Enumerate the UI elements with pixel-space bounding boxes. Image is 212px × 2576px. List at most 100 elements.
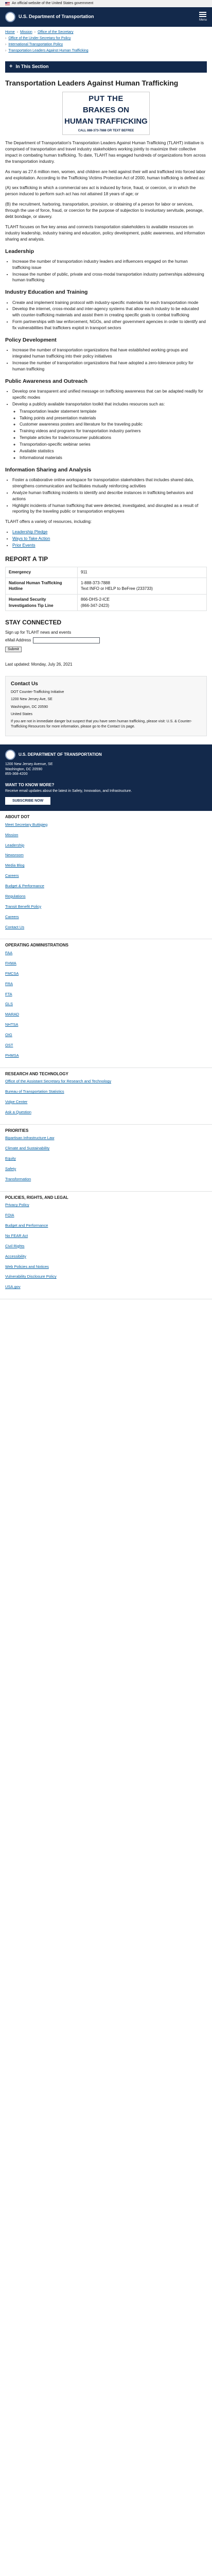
footer-link-sections: ABOUT DOT Meet Secretary Buttigieg Mission…	[0, 811, 212, 1300]
footer-link[interactable]: GLS	[5, 1002, 207, 1007]
breadcrumb-link[interactable]: Office of the Under Secretary for Policy	[8, 36, 70, 41]
us-flag-icon	[5, 2, 10, 5]
breadcrumb: Home › Mission › Office of the Secretary › Off…	[0, 27, 212, 57]
section-list: Foster a collaborative online workspace …	[5, 477, 207, 515]
footer-section-title: RESEARCH AND TECHNOLOGY	[5, 1071, 68, 1076]
signup-form: Sign up for TLAHT news and events eMail …	[5, 630, 207, 656]
footer-link[interactable]: Web Policies and Notices	[5, 1264, 207, 1270]
breadcrumb-link[interactable]: International Transportation Policy	[8, 42, 63, 47]
breadcrumb-row: › International Transportation Policy	[5, 42, 207, 47]
breadcrumb-separator: ›	[5, 43, 7, 47]
sub-list-item: Available statistics	[20, 448, 207, 454]
resource-link[interactable]: Ways to Take Action	[12, 536, 50, 541]
footer-link[interactable]: Mission	[5, 833, 207, 838]
footer-link[interactable]: NHTSA	[5, 1022, 207, 1028]
footer-link[interactable]: Bureau of Transportation Statistics	[5, 1089, 207, 1095]
menu-button[interactable]: Menu	[199, 11, 207, 23]
want-desc: Receive email updates about the latest i…	[5, 789, 132, 793]
sub-list-item: Talking points and presentation material…	[20, 415, 207, 421]
sub-list-item: Transportation-specific webinar series	[20, 442, 207, 448]
stay-connected-title: STAY CONNECTED	[5, 619, 62, 626]
footer-link[interactable]: OST	[5, 1043, 207, 1048]
footer-link[interactable]: Safety	[5, 1166, 207, 1172]
breadcrumb-row: › Transportation Leaders Against Human Tr…	[5, 48, 207, 54]
footer-link[interactable]: Leadership	[5, 843, 207, 849]
tip-row: Emergency 911	[5, 567, 207, 578]
resource-item: Ways to Take Action	[12, 536, 207, 542]
tip-row: Homeland Security Investigations Tip Lin…	[5, 594, 207, 612]
tip-table: Emergency 911 National Human Trafficking H…	[5, 567, 207, 612]
list-item: Develop a publicly available transportat…	[12, 401, 207, 461]
footer-section-title: OPERATING ADMINISTRATIONS	[5, 943, 68, 948]
footer-link[interactable]: USA.gov	[5, 1284, 207, 1290]
footer-link[interactable]: Ask a Question	[5, 1110, 207, 1115]
footer-link[interactable]: Meet Secretary Buttigieg	[5, 822, 207, 828]
footer-link[interactable]: Climate and Sustainability	[5, 1146, 207, 1151]
footer-link[interactable]: Transit Benefit Policy	[5, 904, 207, 910]
body-paragraph: As many as 27.6 million men, women, and …	[5, 169, 206, 180]
footer-link[interactable]: FOIA	[5, 1213, 207, 1218]
dot-seal-icon	[5, 12, 15, 22]
resources-list: Leadership Pledge Ways to Take Action Prio…	[5, 529, 207, 549]
breadcrumb-link[interactable]: Mission	[20, 30, 32, 35]
footer-link[interactable]: Careers	[5, 873, 207, 879]
footer-section: PRIORITIES Bipartisan Infrastructure Law C…	[0, 1124, 212, 1192]
footer-link[interactable]: Transformation	[5, 1177, 207, 1182]
footer-link[interactable]: Equity	[5, 1156, 207, 1162]
footer-link[interactable]: Accessibility	[5, 1254, 207, 1260]
footer-link[interactable]: PHMSA	[5, 1053, 207, 1059]
body-paragraph: TLAHT focuses on five key areas and conn…	[5, 224, 205, 242]
hero-line1: PUT THE	[89, 94, 123, 104]
breadcrumb-separator: ›	[34, 30, 36, 34]
section-heading: Information Sharing and Analysis	[5, 466, 92, 473]
site-logo[interactable]: U.S. Department of Transportation	[5, 12, 94, 22]
submit-button[interactable]: Submit	[5, 647, 22, 653]
footer-link[interactable]: Civil Rights	[5, 1244, 207, 1249]
resource-link[interactable]: Prior Events	[12, 543, 36, 548]
footer-link[interactable]: Media Blog	[5, 863, 207, 869]
footer-link[interactable]: Regulations	[5, 894, 207, 900]
in-this-section-toggle[interactable]: + In This Section	[5, 61, 207, 73]
footer-link[interactable]: No FEAR Act	[5, 1233, 207, 1239]
list-item: Foster a collaborative online workspace …	[12, 477, 207, 489]
intro-paragraphs: The Department of Transportation's Trans…	[5, 140, 207, 242]
footer-seal-icon	[5, 750, 15, 760]
email-input[interactable]	[33, 637, 100, 644]
footer-link[interactable]: FHWA	[5, 961, 207, 967]
footer-link[interactable]: Volpe Center	[5, 1099, 207, 1105]
tip-value: 866-DHS-2-ICE (866-347-2423)	[77, 594, 207, 612]
footer-logo[interactable]: U.S. DEPARTMENT OF TRANSPORTATION	[5, 750, 207, 760]
footer-link[interactable]: Contact Us	[5, 925, 207, 930]
breadcrumb-row: Home › Mission › Office of the Secretary	[5, 30, 207, 35]
footer-link[interactable]: Newsroom	[5, 853, 207, 858]
tip-label: National Human Trafficking Hotline	[5, 577, 78, 595]
footer-link[interactable]: Careers	[5, 914, 207, 920]
menu-label: Menu	[199, 18, 207, 22]
footer-link[interactable]: Office of the Assistant Secretary for Re…	[5, 1079, 207, 1084]
breadcrumb-link[interactable]: Home	[5, 30, 15, 35]
footer-link[interactable]: Bipartisan Infrastructure Law	[5, 1136, 207, 1141]
footer-address-line: 855-368-4200	[5, 772, 28, 776]
contact-title: Contact Us	[11, 681, 38, 687]
footer-link[interactable]: Vulnerability Disclosure Policy	[5, 1274, 207, 1280]
hamburger-icon	[199, 11, 207, 17]
main-content: Transportation Leaders Against Human Tra…	[0, 73, 212, 549]
footer-link[interactable]: FTA	[5, 992, 207, 997]
resource-link[interactable]: Leadership Pledge	[12, 530, 47, 534]
footer-link[interactable]: MARAD	[5, 1012, 207, 1018]
footer-link[interactable]: FMCSA	[5, 971, 207, 977]
footer-link[interactable]: FAA	[5, 951, 207, 956]
list-item: Develop one transparent and unified mess…	[12, 388, 207, 401]
subscribe-button[interactable]: SUBSCRIBE NOW	[5, 797, 51, 805]
breadcrumb-link[interactable]: Office of the Secretary	[38, 30, 74, 35]
breadcrumb-row: › Office of the Under Secretary for Polic…	[5, 36, 207, 41]
footer-link[interactable]: FRA	[5, 981, 207, 987]
footer-link[interactable]: OIG	[5, 1032, 207, 1038]
breadcrumb-link[interactable]: Transportation Leaders Against Human Tra…	[8, 48, 88, 54]
footer-link[interactable]: Budget and Performance	[5, 1223, 207, 1229]
sub-list-item: Template articles for trade/consumer pub…	[20, 435, 207, 441]
body-paragraph: (A) sex trafficking in which a commercia…	[5, 185, 196, 197]
footer-link[interactable]: Privacy Policy	[5, 1202, 207, 1208]
footer-link[interactable]: Budget & Performance	[5, 884, 207, 889]
hero-call: CALL 888-373-7888 OR TEXT BEFREE	[78, 129, 134, 133]
